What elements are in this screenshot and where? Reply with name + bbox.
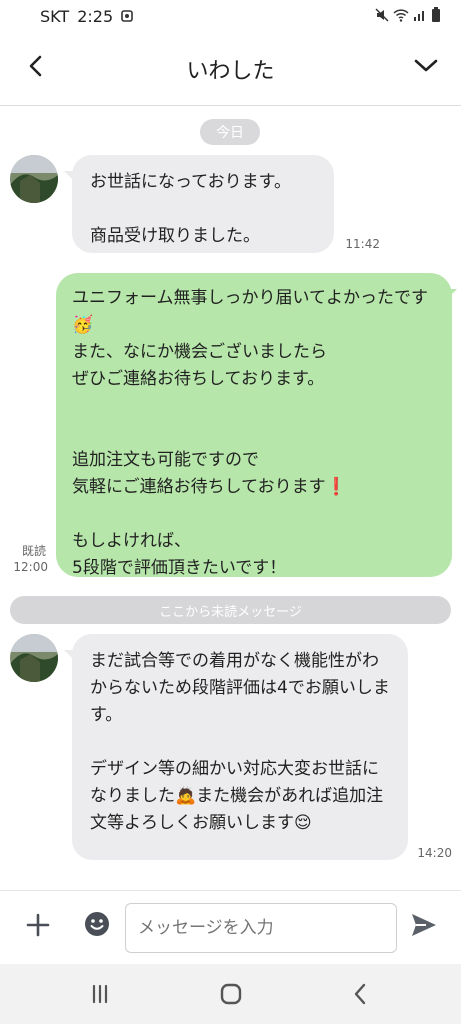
notification-icon [121, 7, 133, 26]
chat-area[interactable]: 今日 お世話になっております。 商品受け取りました。 11:42 既読 12:0… [0, 107, 461, 890]
message-input[interactable] [125, 903, 397, 953]
send-button[interactable] [408, 911, 440, 943]
send-icon [410, 912, 438, 942]
avatar[interactable] [10, 634, 58, 682]
recents-icon [89, 983, 111, 1009]
message-time: 11:42 [345, 237, 380, 251]
message-time: 12:00 [13, 560, 48, 574]
chat-title: いわした [186, 58, 275, 84]
back-icon [351, 982, 369, 1010]
avatar[interactable] [10, 155, 58, 203]
wifi-icon [393, 8, 409, 25]
back-button[interactable] [20, 52, 52, 84]
status-icons [375, 6, 441, 26]
home-icon [219, 982, 243, 1010]
attach-button[interactable] [22, 911, 54, 943]
battery-icon [431, 6, 441, 26]
chevron-down-icon [413, 58, 439, 78]
system-nav-bar [0, 964, 461, 1024]
chat-header: いわした [0, 32, 461, 106]
menu-toggle-button[interactable] [409, 52, 443, 84]
signal-icon [413, 8, 427, 25]
plus-icon [26, 913, 50, 941]
date-chip: 今日 [200, 119, 260, 145]
mute-icon [375, 8, 389, 25]
bubble-tail [447, 289, 457, 299]
emoji-icon [84, 911, 110, 941]
emoji-button[interactable] [82, 911, 112, 941]
recents-button[interactable] [80, 982, 120, 1010]
message-bubble-incoming[interactable]: お世話になっております。 商品受け取りました。 [72, 155, 334, 253]
message-input-bar [0, 890, 461, 964]
nav-back-button[interactable] [340, 982, 380, 1010]
status-bar: SKT 2:25 [0, 0, 461, 32]
clock: 2:25 [77, 6, 114, 26]
message-bubble-outgoing[interactable]: ユニフォーム無事しっかり届いてよかったです🥳 また、なにか機会ございましたら ぜ… [56, 273, 452, 578]
read-receipt: 既読 [21, 544, 46, 558]
message-bubble-incoming[interactable]: まだ試合等での着用がなく機能性がわからないため段階評価は4でお願いします。 デザ… [72, 634, 408, 860]
chevron-left-icon [26, 54, 46, 82]
home-button[interactable] [211, 982, 251, 1010]
unread-separator: ここから未読メッセージ [10, 596, 451, 624]
message-time: 14:20 [417, 846, 452, 860]
carrier-label: SKT [40, 6, 70, 26]
